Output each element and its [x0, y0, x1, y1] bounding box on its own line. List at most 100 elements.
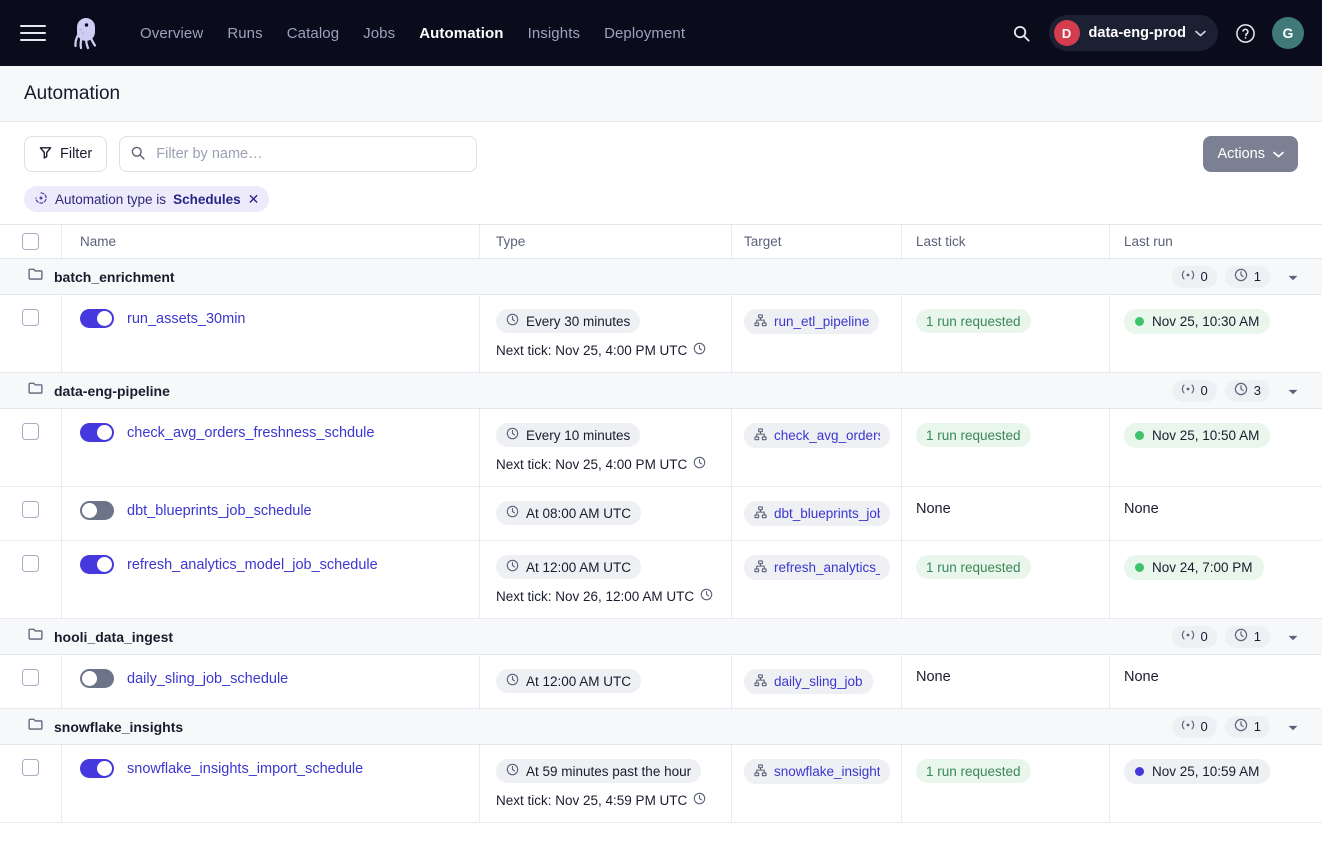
folder-icon [28, 717, 43, 736]
sensor-icon [1181, 629, 1195, 644]
chevron-down-icon [1288, 628, 1298, 646]
column-header-name[interactable]: Name [62, 225, 480, 258]
schedule-name-link[interactable]: daily_sling_job_schedule [127, 671, 288, 687]
schedule-cadence-badge: Every 10 minutes [496, 423, 640, 447]
sensor-icon [1181, 269, 1195, 284]
nav-link-automation[interactable]: Automation [407, 19, 515, 48]
schedule-toggle[interactable] [80, 555, 114, 574]
last-tick-cell: None [902, 655, 1110, 708]
row-checkbox[interactable] [22, 423, 39, 440]
group-collapse-toggle[interactable] [1282, 716, 1304, 738]
column-header-target[interactable]: Target [732, 225, 902, 258]
help-circle-icon[interactable] [1228, 16, 1262, 50]
clock-icon [700, 588, 713, 604]
toggle-knob [97, 761, 112, 776]
job-graph-icon [754, 506, 767, 522]
schedule-toggle[interactable] [80, 669, 114, 688]
group-badges: 0 1 [1172, 716, 1304, 738]
actions-button[interactable]: Actions [1203, 136, 1298, 172]
target-job-link[interactable]: dbt_blueprints_job [744, 501, 890, 526]
schedule-name-link[interactable]: snowflake_insights_import_schedule [127, 761, 363, 777]
last-run-timestamp: Nov 25, 10:59 AM [1152, 764, 1259, 779]
target-job-link[interactable]: check_avg_orders_ [744, 423, 890, 448]
sensor-count-value: 0 [1201, 383, 1208, 398]
column-header-last-tick[interactable]: Last tick [902, 225, 1110, 258]
hamburger-menu-icon[interactable] [20, 18, 50, 48]
group-badges: 0 1 [1172, 626, 1304, 648]
nav-link-runs[interactable]: Runs [215, 19, 274, 48]
schedule-count-badge: 1 [1225, 626, 1270, 648]
last-tick-cell: 1 run requested [902, 295, 1110, 372]
name-cell: refresh_analytics_model_job_schedule [62, 541, 480, 618]
filter-button[interactable]: Filter [24, 136, 107, 172]
last-run-timestamp: Nov 25, 10:50 AM [1152, 428, 1259, 443]
target-job-link[interactable]: refresh_analytics_r [744, 555, 890, 580]
last-run-badge[interactable]: Nov 25, 10:59 AM [1124, 759, 1270, 784]
sensor-count-badge: 0 [1172, 380, 1217, 402]
next-tick-text: Next tick: Nov 25, 4:00 PM UTC [496, 343, 687, 358]
close-icon[interactable]: ✕ [248, 192, 260, 206]
select-all-checkbox[interactable] [22, 233, 39, 250]
nav-right-controls: D data-eng-prod G [1005, 15, 1304, 51]
schedule-name-link[interactable]: run_assets_30min [127, 311, 246, 327]
schedule-toggle[interactable] [80, 423, 114, 442]
schedule-name-link[interactable]: refresh_analytics_model_job_schedule [127, 557, 378, 573]
group-header-row[interactable]: data-eng-pipeline 0 3 [0, 373, 1322, 409]
nav-link-catalog[interactable]: Catalog [275, 19, 351, 48]
last-tick-value: None [916, 669, 951, 685]
row-checkbox[interactable] [22, 555, 39, 572]
clock-icon [693, 342, 706, 358]
nav-link-jobs[interactable]: Jobs [351, 19, 407, 48]
target-cell: check_avg_orders_ [732, 409, 902, 486]
group-name: data-eng-pipeline [54, 383, 170, 399]
group-collapse-toggle[interactable] [1282, 266, 1304, 288]
last-run-badge[interactable]: Nov 25, 10:50 AM [1124, 423, 1270, 448]
row-checkbox[interactable] [22, 759, 39, 776]
nav-link-overview[interactable]: Overview [128, 19, 215, 48]
schedule-name-link[interactable]: check_avg_orders_freshness_schdule [127, 425, 374, 441]
target-job-link[interactable]: snowflake_insights [744, 759, 890, 784]
column-header-type[interactable]: Type [480, 225, 732, 258]
schedule-count-value: 1 [1254, 719, 1261, 734]
nav-link-insights[interactable]: Insights [516, 19, 593, 48]
next-tick-row: Next tick: Nov 25, 4:00 PM UTC [496, 342, 706, 358]
row-checkbox[interactable] [22, 669, 39, 686]
group-header-row[interactable]: hooli_data_ingest 0 1 [0, 619, 1322, 655]
schedule-toggle[interactable] [80, 309, 114, 328]
schedule-name-link[interactable]: dbt_blueprints_job_schedule [127, 503, 312, 519]
target-job-link[interactable]: run_etl_pipeline [744, 309, 879, 334]
toggle-knob [97, 425, 112, 440]
last-tick-cell: None [902, 487, 1110, 540]
last-run-badge[interactable]: Nov 24, 7:00 PM [1124, 555, 1264, 580]
search-field-wrapper [119, 136, 477, 172]
next-tick-text: Next tick: Nov 25, 4:59 PM UTC [496, 793, 687, 808]
filter-by-name-input[interactable] [119, 136, 477, 172]
clock-icon [693, 792, 706, 808]
target-cell: snowflake_insights [732, 745, 902, 822]
schedule-toggle[interactable] [80, 501, 114, 520]
row-checkbox[interactable] [22, 309, 39, 326]
search-icon[interactable] [1005, 16, 1039, 50]
last-run-badge[interactable]: Nov 25, 10:30 AM [1124, 309, 1270, 334]
actions-button-label: Actions [1217, 146, 1265, 162]
nav-link-deployment[interactable]: Deployment [592, 19, 697, 48]
group-collapse-toggle[interactable] [1282, 626, 1304, 648]
dagster-logo-icon[interactable] [64, 12, 106, 54]
next-tick-row: Next tick: Nov 25, 4:00 PM UTC [496, 456, 706, 472]
sensor-count-value: 0 [1201, 629, 1208, 644]
target-job-link[interactable]: daily_sling_job [744, 669, 873, 694]
sensor-count-badge: 0 [1172, 716, 1217, 738]
row-checkbox[interactable] [22, 501, 39, 518]
schedule-cadence-text: At 12:00 AM UTC [526, 560, 631, 575]
group-collapse-toggle[interactable] [1282, 380, 1304, 402]
schedule-count-badge: 1 [1225, 716, 1270, 738]
group-header-row[interactable]: snowflake_insights 0 1 [0, 709, 1322, 745]
deployment-selector[interactable]: D data-eng-prod [1049, 15, 1218, 51]
schedule-toggle[interactable] [80, 759, 114, 778]
user-avatar[interactable]: G [1272, 17, 1304, 49]
column-header-last-run[interactable]: Last run [1110, 225, 1322, 258]
group-header-row[interactable]: batch_enrichment 0 1 [0, 259, 1322, 295]
top-navigation-bar: Overview Runs Catalog Jobs Automation In… [0, 0, 1322, 66]
chevron-down-icon [1288, 718, 1298, 736]
filter-chip-automation-type[interactable]: Automation type is Schedules ✕ [24, 186, 269, 212]
